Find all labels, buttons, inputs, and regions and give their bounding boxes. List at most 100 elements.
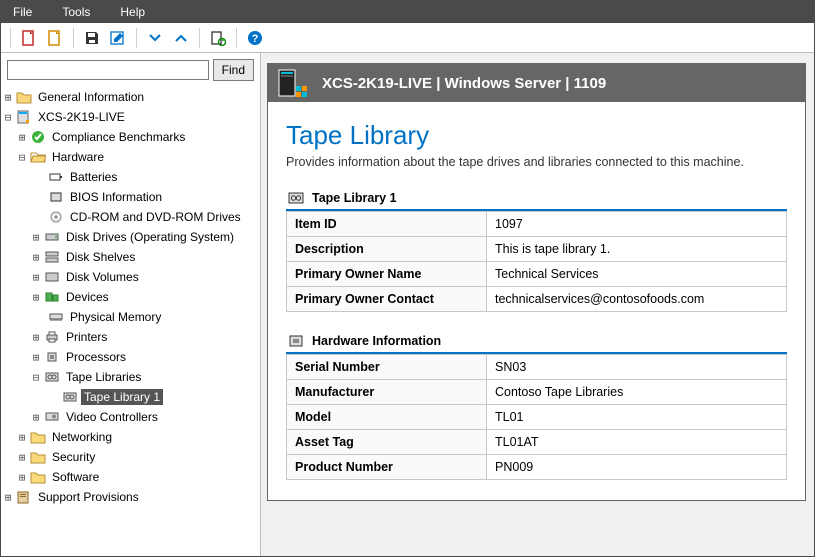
cell-key: Product Number xyxy=(287,455,487,480)
table-row: ModelTL01 xyxy=(287,405,787,430)
edit-icon xyxy=(110,30,126,46)
tree-item-support[interactable]: ⊞ Support Provisions xyxy=(3,487,258,507)
expand-button[interactable] xyxy=(144,27,166,49)
hardware-icon xyxy=(288,334,304,348)
expand-toggle-icon[interactable]: ⊞ xyxy=(31,332,41,343)
section-header-hardware: Hardware Information xyxy=(286,330,787,354)
tree-item-batteries[interactable]: Batteries xyxy=(3,167,258,187)
expand-toggle-icon[interactable]: ⊞ xyxy=(31,352,41,363)
tree-item-video-controllers[interactable]: ⊞ Video Controllers xyxy=(3,407,258,427)
menu-tools[interactable]: Tools xyxy=(56,3,96,21)
cell-key: Asset Tag xyxy=(287,430,487,455)
table-row: Primary Owner NameTechnical Services xyxy=(287,262,787,287)
save-button[interactable] xyxy=(81,27,103,49)
help-icon: ? xyxy=(247,30,263,46)
panel-body: Tape Library Provides information about … xyxy=(268,102,805,500)
tree-item-networking[interactable]: ⊞ Networking xyxy=(3,427,258,447)
tree-item-host[interactable]: ⊟ XCS-2K19-LIVE xyxy=(3,107,258,127)
server-header-icon xyxy=(276,68,310,98)
collapse-toggle-icon[interactable]: ⊟ xyxy=(31,372,41,383)
memory-icon xyxy=(48,310,64,324)
table-row: ManufacturerContoso Tape Libraries xyxy=(287,380,787,405)
expand-toggle-icon[interactable]: ⊞ xyxy=(17,432,27,443)
cell-key: Description xyxy=(287,237,487,262)
tree-item-printers[interactable]: ⊞ Printers xyxy=(3,327,258,347)
tree-item-compliance[interactable]: ⊞ Compliance Benchmarks xyxy=(3,127,258,147)
tree-item-processors[interactable]: ⊞ Processors xyxy=(3,347,258,367)
tree-item-devices[interactable]: ⊞ Devices xyxy=(3,287,258,307)
menu-help[interactable]: Help xyxy=(114,3,151,21)
tree-item-disk-volumes[interactable]: ⊞ Disk Volumes xyxy=(3,267,258,287)
toolbar: ? xyxy=(1,23,814,53)
expand-toggle-icon[interactable]: ⊞ xyxy=(3,92,13,103)
tree-item-disk-shelves[interactable]: ⊞ Disk Shelves xyxy=(3,247,258,267)
tape-icon xyxy=(44,370,60,384)
cell-key: Model xyxy=(287,405,487,430)
expand-toggle-icon[interactable]: ⊞ xyxy=(31,292,41,303)
tree[interactable]: ⊞ General Information ⊟ XCS-2K19-LIVE ⊞ … xyxy=(1,87,260,556)
expand-toggle-icon[interactable]: ⊞ xyxy=(17,452,27,463)
tree-item-software[interactable]: ⊞ Software xyxy=(3,467,258,487)
compliance-icon xyxy=(30,130,46,144)
tree-item-general[interactable]: ⊞ General Information xyxy=(3,87,258,107)
folder-icon xyxy=(30,450,46,464)
tree-item-disk-os[interactable]: ⊞ Disk Drives (Operating System) xyxy=(3,227,258,247)
tree-item-hardware[interactable]: ⊟ Hardware xyxy=(3,147,258,167)
app-window: File Tools Help ? xyxy=(0,0,815,557)
find-button[interactable]: Find xyxy=(213,59,254,81)
page-title: Tape Library xyxy=(286,120,787,151)
drive-stack-icon xyxy=(44,250,60,264)
xml-icon xyxy=(47,30,63,46)
cell-value: This is tape library 1. xyxy=(487,237,787,262)
separator-icon xyxy=(136,28,137,48)
table-hardware-info: Serial NumberSN03 ManufacturerContoso Ta… xyxy=(286,354,787,480)
expand-toggle-icon[interactable]: ⊞ xyxy=(17,472,27,483)
panel-title: XCS-2K19-LIVE | Windows Server | 1109 xyxy=(322,75,606,92)
cell-key: Item ID xyxy=(287,212,487,237)
tape-icon xyxy=(62,390,78,404)
printer-icon xyxy=(44,330,60,344)
collapse-button[interactable] xyxy=(170,27,192,49)
tree-item-security[interactable]: ⊞ Security xyxy=(3,447,258,467)
expand-toggle-icon[interactable]: ⊞ xyxy=(3,492,13,503)
support-icon xyxy=(16,490,32,504)
collapse-toggle-icon[interactable]: ⊟ xyxy=(17,152,27,163)
search-row: Find xyxy=(1,53,260,87)
tape-icon xyxy=(288,191,304,205)
export-pdf-button[interactable] xyxy=(18,27,40,49)
search-input[interactable] xyxy=(7,60,209,80)
tree-item-cdrom[interactable]: CD-ROM and DVD-ROM Drives xyxy=(3,207,258,227)
expand-toggle-icon[interactable]: ⊞ xyxy=(17,132,27,143)
cell-value: PN009 xyxy=(487,455,787,480)
refresh-button[interactable] xyxy=(207,27,229,49)
chevron-down-icon xyxy=(148,31,162,45)
devices-icon xyxy=(44,290,60,304)
table-row: Primary Owner Contacttechnicalservices@c… xyxy=(287,287,787,312)
cpu-icon xyxy=(44,350,60,364)
table-tape-library: Item ID1097 DescriptionThis is tape libr… xyxy=(286,211,787,312)
expand-toggle-icon[interactable]: ⊞ xyxy=(31,232,41,243)
expand-toggle-icon[interactable]: ⊞ xyxy=(31,272,41,283)
expand-toggle-icon[interactable]: ⊞ xyxy=(31,252,41,263)
folder-open-icon xyxy=(30,150,46,164)
volume-icon xyxy=(44,270,60,284)
tree-item-bios[interactable]: BIOS Information xyxy=(3,187,258,207)
export-xml-button[interactable] xyxy=(44,27,66,49)
tree-item-tape-libraries[interactable]: ⊟ Tape Libraries xyxy=(3,367,258,387)
cell-key: Primary Owner Contact xyxy=(287,287,487,312)
main-content: XCS-2K19-LIVE | Windows Server | 1109 Ta… xyxy=(261,53,814,556)
separator-icon xyxy=(10,28,11,48)
table-row: Serial NumberSN03 xyxy=(287,355,787,380)
tree-item-tape-library-1[interactable]: Tape Library 1 xyxy=(3,387,258,407)
cell-value: technicalservices@contosofoods.com xyxy=(487,287,787,312)
menu-file[interactable]: File xyxy=(7,3,38,21)
expand-toggle-icon[interactable]: ⊞ xyxy=(31,412,41,423)
tree-item-phys-mem[interactable]: Physical Memory xyxy=(3,307,258,327)
cell-value: Contoso Tape Libraries xyxy=(487,380,787,405)
help-button[interactable]: ? xyxy=(244,27,266,49)
disc-icon xyxy=(48,210,64,224)
cell-key: Serial Number xyxy=(287,355,487,380)
edit-button[interactable] xyxy=(107,27,129,49)
chip-icon xyxy=(48,190,64,204)
collapse-toggle-icon[interactable]: ⊟ xyxy=(3,112,13,123)
